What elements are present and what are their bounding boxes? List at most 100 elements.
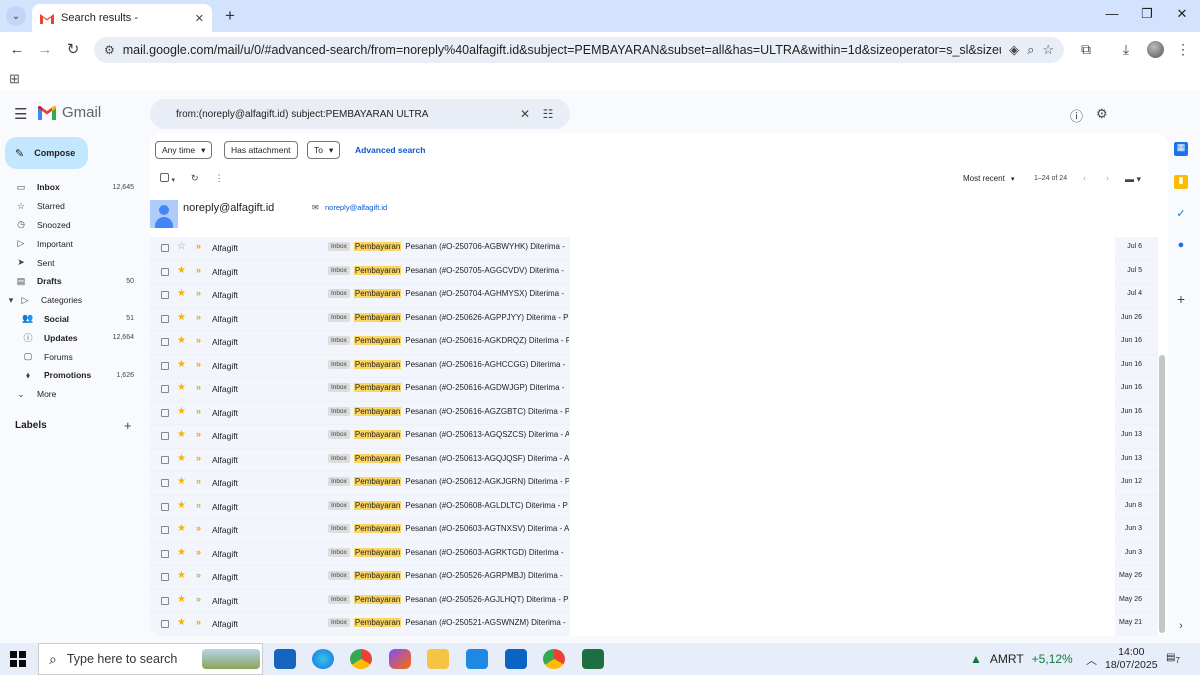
apps-grid-icon[interactable]: ⊞ — [9, 71, 20, 87]
zoom-icon[interactable]: ⌕ — [1027, 42, 1034, 58]
star-icon[interactable]: ☆ — [177, 241, 186, 252]
input-tools-icon[interactable]: ▬ ▾ — [1125, 174, 1141, 185]
refresh-icon[interactable]: ↻ — [191, 173, 199, 184]
settings-gear-icon[interactable]: ⚙ — [1096, 106, 1108, 122]
tab-search-chevron-icon[interactable]: ⌄ — [6, 6, 26, 26]
calendar-icon[interactable]: ▦ — [1174, 142, 1188, 156]
sort-dropdown[interactable]: Most recent ▾ — [963, 174, 1015, 183]
row-checkbox[interactable] — [161, 267, 169, 276]
profile-avatar[interactable] — [1147, 41, 1164, 58]
sidebar-item-snoozed[interactable]: ◷ Snoozed — [0, 216, 140, 235]
prev-page-icon[interactable]: ‹ — [1083, 173, 1086, 183]
table-row[interactable]: ★ » Alfagift Inbox Pembayaran Pesanan (#O-250… — [150, 307, 1158, 331]
contact-avatar-icon[interactable] — [150, 200, 178, 228]
stock-widget[interactable]: ▲ AMRT +5,12% — [970, 652, 1073, 666]
notification-icon[interactable]: ▤7 — [1166, 652, 1180, 665]
sidebar-item-sent[interactable]: ➤ Sent — [0, 253, 140, 272]
menu-dots-icon[interactable]: ⋮ — [1173, 41, 1193, 58]
add-addon-plus-icon[interactable]: + — [1174, 291, 1188, 307]
chrome-icon[interactable] — [350, 649, 372, 669]
star-icon[interactable]: ★ — [177, 476, 186, 487]
star-icon[interactable]: ★ — [177, 570, 186, 581]
table-row[interactable]: ★ » Alfagift Inbox Pembayaran Pesanan (#O-250… — [150, 354, 1158, 378]
advanced-search-link[interactable]: Advanced search — [355, 145, 425, 155]
important-marker-icon[interactable]: » — [196, 523, 201, 533]
table-row[interactable]: ★ » Alfagift Inbox Pembayaran Pesanan (#O-250… — [150, 566, 1158, 590]
maximize-icon[interactable]: ❐ — [1137, 6, 1157, 22]
important-marker-icon[interactable]: » — [196, 453, 201, 463]
row-checkbox[interactable] — [161, 244, 169, 252]
contacts-icon[interactable]: ● — [1174, 239, 1188, 253]
row-checkbox[interactable] — [161, 573, 169, 581]
address-bar[interactable]: ⚙ mail.google.com/mail/u/0/#advanced-sea… — [94, 37, 1064, 63]
search-bar[interactable]: from:(noreply@alfagift.id) subject:PEMBA… — [150, 99, 570, 129]
file-explorer-icon[interactable] — [427, 649, 449, 669]
edge-icon[interactable] — [312, 649, 334, 669]
new-tab-plus-icon[interactable]: + — [220, 6, 240, 26]
row-checkbox[interactable] — [161, 549, 169, 558]
important-marker-icon[interactable]: » — [196, 312, 201, 322]
outlook-icon[interactable] — [505, 649, 527, 669]
important-marker-icon[interactable]: » — [196, 547, 201, 557]
sidebar-item-starred[interactable]: ☆ Starred — [0, 197, 140, 216]
important-marker-icon[interactable]: » — [196, 288, 201, 298]
to-filter[interactable]: To ▾ — [307, 141, 341, 159]
sidebar-item-inbox[interactable]: ▭ Inbox 12,645 — [0, 178, 140, 197]
row-checkbox[interactable] — [161, 361, 169, 370]
row-checkbox[interactable] — [161, 314, 169, 323]
table-row[interactable]: ★ » Alfagift Inbox Pembayaran Pesanan (#O-250… — [150, 284, 1158, 308]
scrollbar[interactable] — [1159, 355, 1165, 633]
keep-icon[interactable]: ▮ — [1174, 175, 1188, 189]
close-window-icon[interactable]: ✕ — [1172, 6, 1192, 22]
back-icon[interactable]: ← — [7, 40, 27, 60]
table-row[interactable]: ★ » Alfagift Inbox Pembayaran Pesanan (#O-250… — [150, 472, 1158, 496]
has-attachment-filter[interactable]: Has attachment — [224, 141, 298, 159]
lens-icon[interactable]: ◈ — [1009, 42, 1019, 58]
table-row[interactable]: ★ » Alfagift Inbox Pembayaran Pesanan (#O-250… — [150, 542, 1158, 566]
table-row[interactable]: ★ » Alfagift Inbox Pembayaran Pesanan (#O-250… — [150, 378, 1158, 402]
star-icon[interactable]: ★ — [177, 382, 186, 393]
star-icon[interactable]: ★ — [177, 500, 186, 511]
gmail-logo[interactable]: Gmail — [38, 104, 101, 121]
bookmark-star-icon[interactable]: ☆ — [1042, 42, 1054, 58]
row-checkbox[interactable] — [161, 620, 169, 628]
important-marker-icon[interactable]: » — [196, 570, 201, 580]
star-icon[interactable]: ★ — [177, 335, 186, 346]
sidebar-item-categories[interactable]: ▾ ▷ Categories — [0, 291, 140, 310]
star-icon[interactable]: ★ — [177, 265, 186, 276]
table-row[interactable]: ★ » Alfagift Inbox Pembayaran Pesanan (#O-250… — [150, 495, 1158, 519]
tray-chevron-up-icon[interactable]: ︿ — [1086, 652, 1097, 668]
star-icon[interactable]: ★ — [177, 594, 186, 605]
row-checkbox[interactable] — [161, 596, 169, 605]
sidebar-item-promotions[interactable]: ⬧ Promotions 1,626 — [0, 366, 140, 385]
row-checkbox[interactable] — [161, 338, 169, 346]
star-icon[interactable]: ★ — [177, 547, 186, 558]
important-marker-icon[interactable]: » — [196, 476, 201, 486]
landscape-widget[interactable] — [202, 649, 260, 669]
close-tab-icon[interactable]: ✕ — [195, 12, 204, 25]
reload-icon[interactable]: ↻ — [63, 40, 83, 60]
tasks-icon[interactable]: ✓ — [1174, 207, 1188, 221]
search-options-icon[interactable]: ☷ — [538, 107, 558, 121]
sidebar-item-more[interactable]: ⌄ More — [0, 385, 140, 404]
important-marker-icon[interactable]: » — [196, 594, 201, 604]
sidebar-item-important[interactable]: ▷ Important — [0, 234, 140, 253]
copilot-icon[interactable] — [389, 649, 411, 669]
table-row[interactable]: ★ » Alfagift Inbox Pembayaran Pesanan (#O-250… — [150, 401, 1158, 425]
download-icon[interactable]: ⤓ — [1116, 41, 1136, 58]
important-marker-icon[interactable]: » — [196, 335, 201, 345]
clock[interactable]: 14:00 18/07/2025 — [1105, 646, 1158, 672]
excel-icon[interactable] — [582, 649, 604, 669]
main-menu-icon[interactable]: ☰ — [14, 105, 27, 123]
table-row[interactable]: ★ » Alfagift Inbox Pembayaran Pesanan (#O-250… — [150, 260, 1158, 284]
contact-email-link[interactable]: noreply@alfagift.id — [325, 203, 387, 212]
row-checkbox[interactable] — [161, 502, 169, 511]
important-marker-icon[interactable]: » — [196, 500, 201, 510]
table-row[interactable]: ★ » Alfagift Inbox Pembayaran Pesanan (#O-250… — [150, 589, 1158, 613]
extensions-icon[interactable]: ⧉ — [1076, 41, 1096, 58]
expand-panel-icon[interactable]: › — [1174, 620, 1188, 634]
important-marker-icon[interactable]: » — [196, 265, 201, 275]
star-icon[interactable]: ★ — [177, 359, 186, 370]
clear-search-icon[interactable]: ✕ — [512, 107, 538, 121]
row-checkbox[interactable] — [161, 291, 169, 299]
